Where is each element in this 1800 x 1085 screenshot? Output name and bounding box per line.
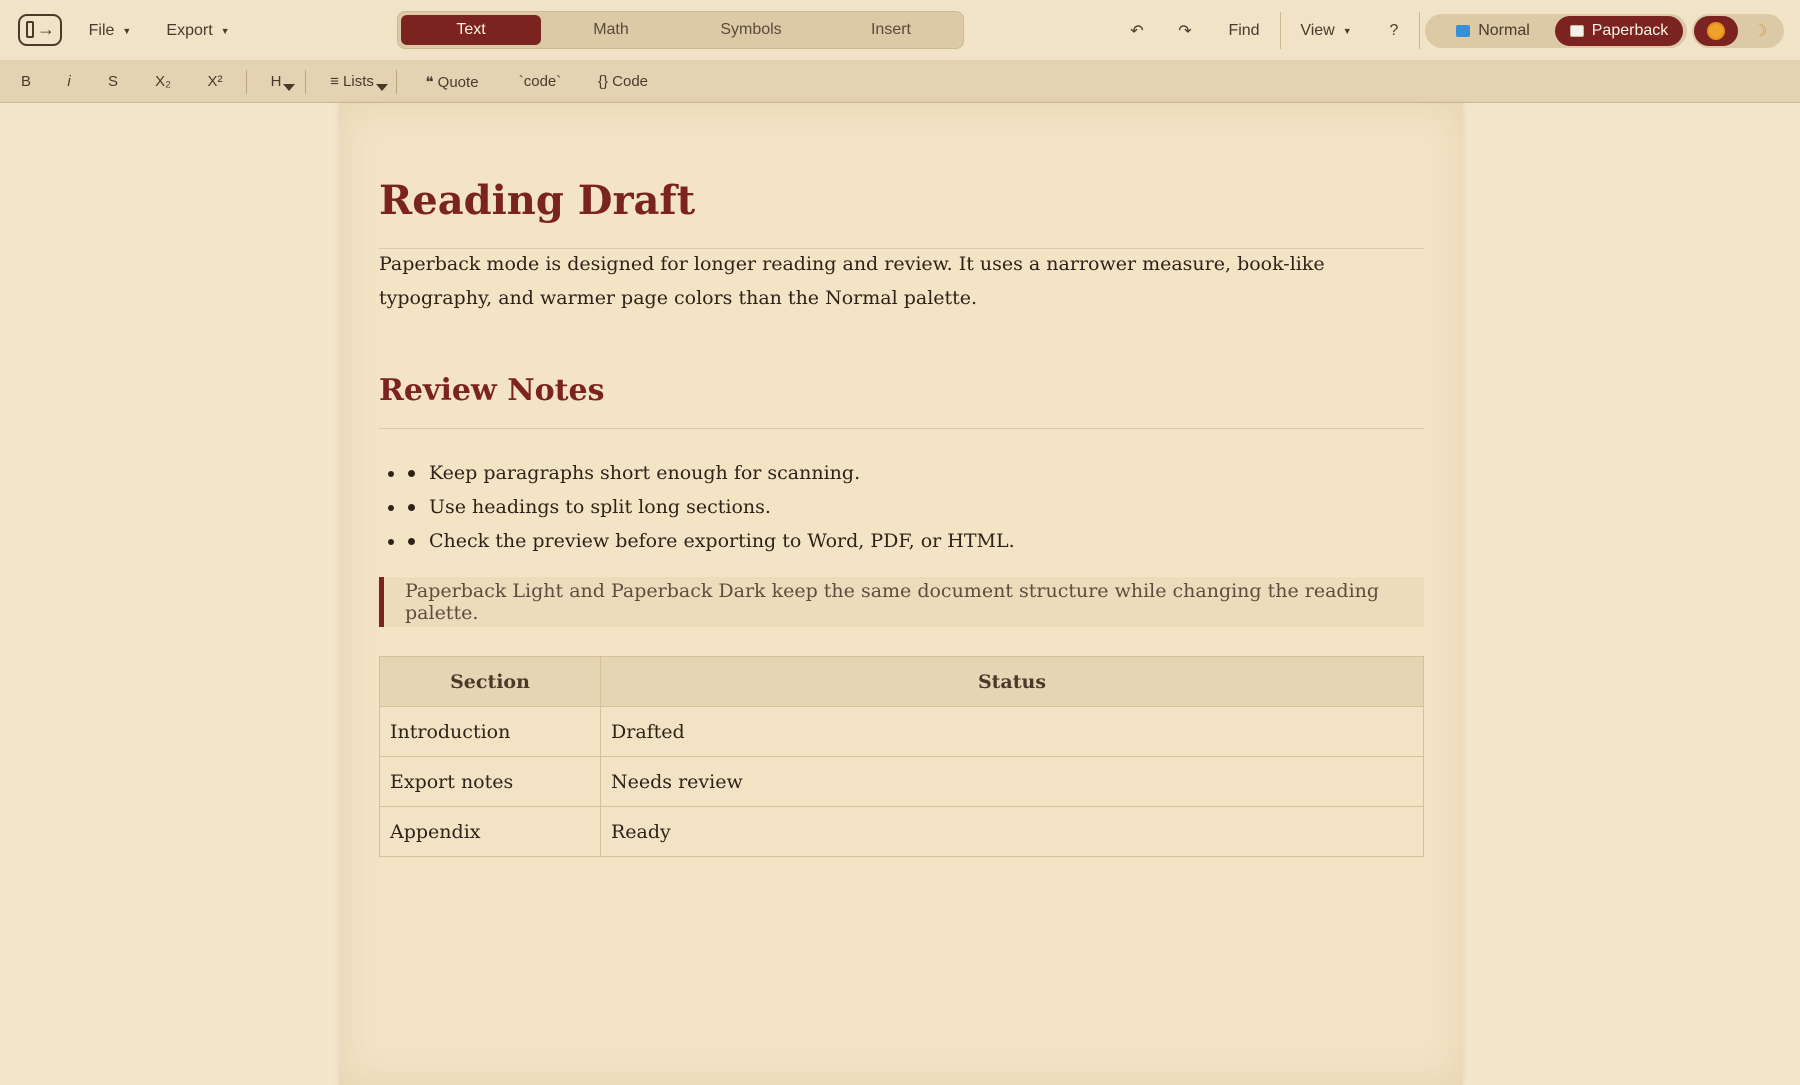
divider <box>1280 12 1281 49</box>
export-menu-label: Export <box>166 21 213 39</box>
lists-button-label: ≡ Lists <box>330 73 374 90</box>
subscript-button[interactable]: X₂ <box>151 61 175 102</box>
list-item: Keep paragraphs short enough for scannin… <box>406 456 1406 490</box>
table-cell: Export notes <box>379 756 601 807</box>
section-heading: Review Notes <box>379 373 605 408</box>
table-row: Appendix Ready <box>379 806 1424 857</box>
chevron-down-icon: ▼ <box>1342 25 1352 36</box>
paperback-palette-label: Paperback <box>1591 22 1669 39</box>
file-menu-label: File <box>88 21 115 39</box>
quote-button[interactable]: ❝ Quote <box>420 61 484 102</box>
light-theme-button[interactable] <box>1694 16 1738 46</box>
superscript-button[interactable]: X² <box>203 61 227 102</box>
bold-button[interactable]: B <box>16 61 36 102</box>
document-title: Reading Draft <box>379 177 696 224</box>
normal-palette-button[interactable]: Normal <box>1429 16 1557 46</box>
paperback-palette-button[interactable]: Paperback <box>1555 16 1683 46</box>
column-header-status: Status <box>600 656 1424 707</box>
divider <box>1419 12 1420 49</box>
review-notes-list: Keep paragraphs short enough for scannin… <box>406 456 1406 558</box>
find-button[interactable]: Find <box>1222 0 1266 61</box>
help-button[interactable]: ? <box>1384 0 1404 61</box>
divider <box>305 70 306 94</box>
table-row: Export notes Needs review <box>379 756 1424 807</box>
view-menu[interactable]: View ▼ <box>1300 0 1352 61</box>
format-toolbar: B i S X₂ X² H ≡ Lists ❝ Quote `code` {} … <box>0 61 1800 103</box>
table-cell: Needs review <box>600 756 1424 807</box>
inline-code-button[interactable]: `code` <box>517 61 563 102</box>
palette-toggle: Normal Paperback <box>1425 14 1687 48</box>
table-cell: Drafted <box>600 706 1424 757</box>
sidebar-toggle-icon[interactable]: → <box>18 14 62 46</box>
table-row: Introduction Drafted <box>379 706 1424 757</box>
export-menu[interactable]: Export ▼ <box>166 0 230 61</box>
table-cell: Ready <box>600 806 1424 857</box>
top-toolbar: → File ▼ Export ▼ Text Math Symbols Inse… <box>0 0 1800 61</box>
table-cell: Introduction <box>379 706 601 757</box>
table-cell: Appendix <box>379 806 601 857</box>
heading-button[interactable]: H <box>268 61 298 102</box>
status-table: Section Status Introduction Drafted Expo… <box>379 656 1424 857</box>
chevron-down-icon <box>375 84 388 91</box>
view-menu-label: View <box>1300 21 1335 39</box>
intro-paragraph: Paperback mode is designed for longer re… <box>379 253 1325 309</box>
code-block-button[interactable]: {} Code <box>597 61 649 102</box>
divider <box>246 70 247 94</box>
open-book-icon <box>1569 25 1584 37</box>
strikethrough-button[interactable]: S <box>104 61 122 102</box>
italic-button[interactable]: i <box>60 61 78 102</box>
list-item: Use headings to split long sections. <box>406 490 1406 524</box>
dark-theme-button[interactable]: ☽ <box>1738 16 1782 46</box>
chevron-down-icon: ▼ <box>220 25 230 36</box>
column-header-section: Section <box>379 656 601 707</box>
heading-button-label: H <box>270 73 282 90</box>
document-page[interactable]: Reading Draft Paperback mode is designed… <box>339 103 1463 1085</box>
table-header-row: Section Status <box>379 656 1424 707</box>
file-menu[interactable]: File ▼ <box>86 0 134 61</box>
tab-math[interactable]: Math <box>541 15 681 45</box>
undo-icon[interactable]: ↶ <box>1123 0 1151 61</box>
list-item: Check the preview before exporting to Wo… <box>406 524 1406 558</box>
tab-symbols[interactable]: Symbols <box>681 15 821 45</box>
redo-icon[interactable]: ↷ <box>1171 0 1199 61</box>
blockquote: Paperback Light and Paperback Dark keep … <box>379 577 1424 627</box>
lists-button[interactable]: ≡ Lists <box>328 61 390 102</box>
normal-palette-label: Normal <box>1478 22 1530 39</box>
mode-tabs: Text Math Symbols Insert <box>397 11 964 49</box>
theme-toggle: ☽ <box>1692 14 1784 48</box>
moon-icon: ☽ <box>1752 23 1768 40</box>
divider <box>396 70 397 94</box>
heading-rule <box>379 428 1424 429</box>
tab-text[interactable]: Text <box>401 15 541 45</box>
book-icon <box>1456 25 1471 37</box>
sun-icon <box>1709 24 1723 38</box>
chevron-down-icon: ▼ <box>122 25 132 36</box>
tab-insert[interactable]: Insert <box>821 15 961 45</box>
chevron-down-icon <box>283 84 296 91</box>
